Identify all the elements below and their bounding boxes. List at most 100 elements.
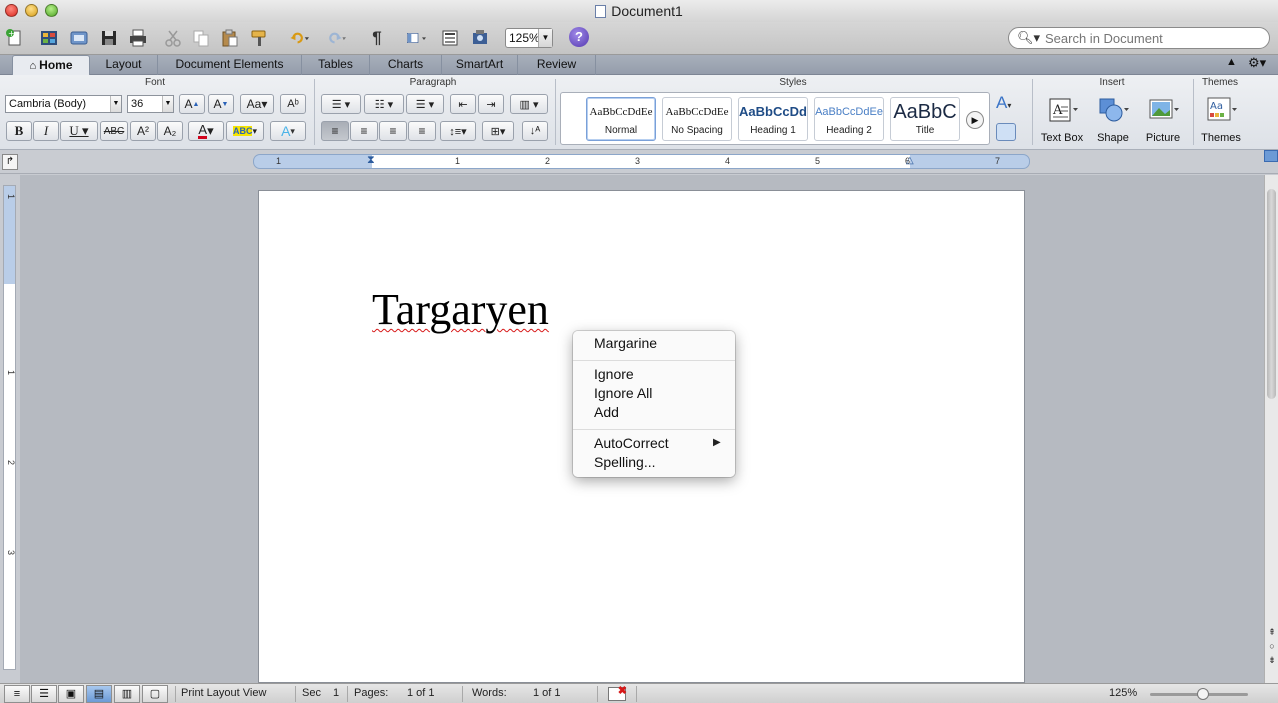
- style-title[interactable]: AaBbC Title: [890, 97, 960, 141]
- scrollbar-thumb[interactable]: [1267, 189, 1276, 399]
- menu-item-ignore[interactable]: Ignore: [594, 365, 634, 384]
- justify-button[interactable]: ≡: [408, 121, 436, 141]
- align-right-button[interactable]: ≡: [379, 121, 407, 141]
- open-icon[interactable]: [68, 27, 90, 49]
- text-effects-button[interactable]: A ▾: [270, 121, 306, 141]
- tab-stop-selector[interactable]: ↱: [2, 154, 18, 170]
- tab-tables[interactable]: Tables: [302, 55, 370, 75]
- search-input[interactable]: [1045, 30, 1263, 46]
- minimize-window-button[interactable]: [25, 4, 38, 17]
- paste-icon[interactable]: [219, 27, 241, 49]
- styles-pane-icon[interactable]: [996, 123, 1016, 141]
- menu-item-autocorrect[interactable]: AutoCorrect: [594, 434, 669, 453]
- menu-item-ignore-all[interactable]: Ignore All: [594, 384, 652, 403]
- zoom-select[interactable]: 125% ▼: [505, 28, 553, 48]
- columns-button[interactable]: ▥ ▾: [510, 94, 548, 114]
- window-title: Document1: [611, 3, 683, 19]
- style-normal[interactable]: AaBbCcDdEe Normal: [586, 97, 656, 141]
- bullets-button[interactable]: ☰ ▾: [321, 94, 361, 114]
- increase-indent-button[interactable]: ⇥: [478, 94, 504, 114]
- print-icon[interactable]: [127, 27, 149, 49]
- tab-layout[interactable]: Layout: [90, 55, 158, 75]
- vertical-ruler[interactable]: 1 1 2 3: [3, 185, 16, 670]
- pages-value: 1 of 1: [407, 687, 435, 699]
- insert-text-box-button[interactable]: A Text Box: [1039, 95, 1085, 144]
- draft-view-icon[interactable]: ≡: [4, 685, 30, 703]
- tab-charts[interactable]: Charts: [370, 55, 442, 75]
- focus-view-icon[interactable]: ▢: [142, 685, 168, 703]
- gear-icon[interactable]: ⚙▾: [1248, 55, 1266, 71]
- insert-picture-button[interactable]: Picture: [1140, 95, 1186, 144]
- templates-gallery-icon[interactable]: [38, 27, 60, 49]
- menu-item-suggestion[interactable]: Margarine: [594, 334, 657, 353]
- multilevel-list-button[interactable]: ☰ ▾: [406, 94, 444, 114]
- close-window-button[interactable]: [5, 4, 18, 17]
- numbering-button[interactable]: ☷ ▾: [364, 94, 404, 114]
- change-case-button[interactable]: Aa▾: [240, 94, 274, 114]
- sidebar-toggle-icon[interactable]: [400, 27, 432, 49]
- print-layout-icon[interactable]: ▤: [86, 685, 112, 703]
- sort-button[interactable]: ↓ᴬ: [522, 121, 548, 141]
- help-icon[interactable]: ?: [569, 27, 589, 47]
- font-color-button[interactable]: A ▾: [188, 121, 224, 141]
- misspelled-word[interactable]: Targaryen: [372, 285, 549, 335]
- strikethrough-button[interactable]: ABC: [100, 121, 128, 141]
- view-options-icon[interactable]: [1264, 150, 1278, 162]
- bold-button[interactable]: B: [6, 121, 32, 141]
- search-field[interactable]: 🔍︎▾: [1008, 27, 1270, 49]
- vertical-scrollbar[interactable]: ⇞ ○ ⇟: [1264, 175, 1278, 683]
- tab-review[interactable]: Review: [518, 55, 596, 75]
- line-spacing-button[interactable]: ↕≡▾: [440, 121, 476, 141]
- decrease-indent-button[interactable]: ⇤: [450, 94, 476, 114]
- indent-marker-icon[interactable]: ⧗: [367, 155, 375, 167]
- borders-button[interactable]: ⊞▾: [482, 121, 514, 141]
- font-size-select[interactable]: 36 ▼: [127, 95, 174, 113]
- italic-button[interactable]: I: [33, 121, 59, 141]
- style-no-spacing[interactable]: AaBbCcDdEe No Spacing: [662, 97, 732, 141]
- media-browser-icon[interactable]: [469, 27, 491, 49]
- spelling-status-icon[interactable]: ✖: [608, 685, 627, 701]
- subscript-button[interactable]: A₂: [157, 121, 183, 141]
- horizontal-ruler[interactable]: 1 1 2 3 4 5 6 7 ⧗ △: [253, 154, 1030, 169]
- format-painter-icon[interactable]: [248, 27, 270, 49]
- clear-formatting-button[interactable]: Aᵇ: [280, 94, 306, 114]
- notebook-layout-icon[interactable]: ▥: [114, 685, 140, 703]
- menu-item-add[interactable]: Add: [594, 403, 619, 422]
- grow-font-button[interactable]: A ▲: [179, 94, 205, 114]
- undo-icon[interactable]: [284, 27, 314, 49]
- outline-view-icon[interactable]: ☰: [31, 685, 57, 703]
- tab-smartart[interactable]: SmartArt: [442, 55, 518, 75]
- menu-item-spelling[interactable]: Spelling...: [594, 453, 655, 472]
- zoom-slider[interactable]: [1150, 688, 1248, 700]
- style-heading-2[interactable]: AaBbCcDdEe Heading 2: [814, 97, 884, 141]
- shrink-font-button[interactable]: A ▼: [208, 94, 234, 114]
- cut-icon[interactable]: [162, 27, 184, 49]
- manage-styles-icon[interactable]: A▾: [996, 93, 1011, 113]
- right-indent-marker-icon[interactable]: △: [906, 155, 914, 166]
- redo-icon[interactable]: [321, 27, 351, 49]
- new-document-icon[interactable]: +: [4, 27, 26, 49]
- save-icon[interactable]: [98, 27, 120, 49]
- tab-home[interactable]: ⌂ Home: [12, 55, 90, 76]
- chevron-right-icon[interactable]: ▶: [966, 111, 984, 129]
- browse-object-icon[interactable]: ○: [1267, 641, 1277, 654]
- style-heading-1[interactable]: AaBbCcDd Heading 1: [738, 97, 808, 141]
- align-center-button[interactable]: ≡: [350, 121, 378, 141]
- superscript-button[interactable]: A²: [130, 121, 156, 141]
- align-left-button[interactable]: ≡: [321, 121, 349, 141]
- font-name-select[interactable]: Cambria (Body) ▼: [5, 95, 122, 113]
- insert-shape-button[interactable]: Shape: [1090, 95, 1136, 144]
- zoom-window-button[interactable]: [45, 4, 58, 17]
- show-formatting-icon[interactable]: ¶: [366, 27, 388, 49]
- tab-document-elements[interactable]: Document Elements: [158, 55, 302, 75]
- copy-icon[interactable]: [190, 27, 212, 49]
- underline-button[interactable]: U ▾: [60, 121, 98, 141]
- zoom-slider-knob[interactable]: [1197, 688, 1209, 700]
- themes-button[interactable]: Aa Themes: [1198, 95, 1244, 144]
- publishing-layout-icon[interactable]: ▣: [58, 685, 84, 703]
- collapse-ribbon-icon[interactable]: ▲: [1226, 56, 1237, 68]
- toolbox-icon[interactable]: [439, 27, 461, 49]
- highlight-button[interactable]: ABC ▾: [226, 121, 264, 141]
- previous-page-icon[interactable]: ⇞: [1267, 627, 1277, 640]
- next-page-icon[interactable]: ⇟: [1267, 655, 1277, 668]
